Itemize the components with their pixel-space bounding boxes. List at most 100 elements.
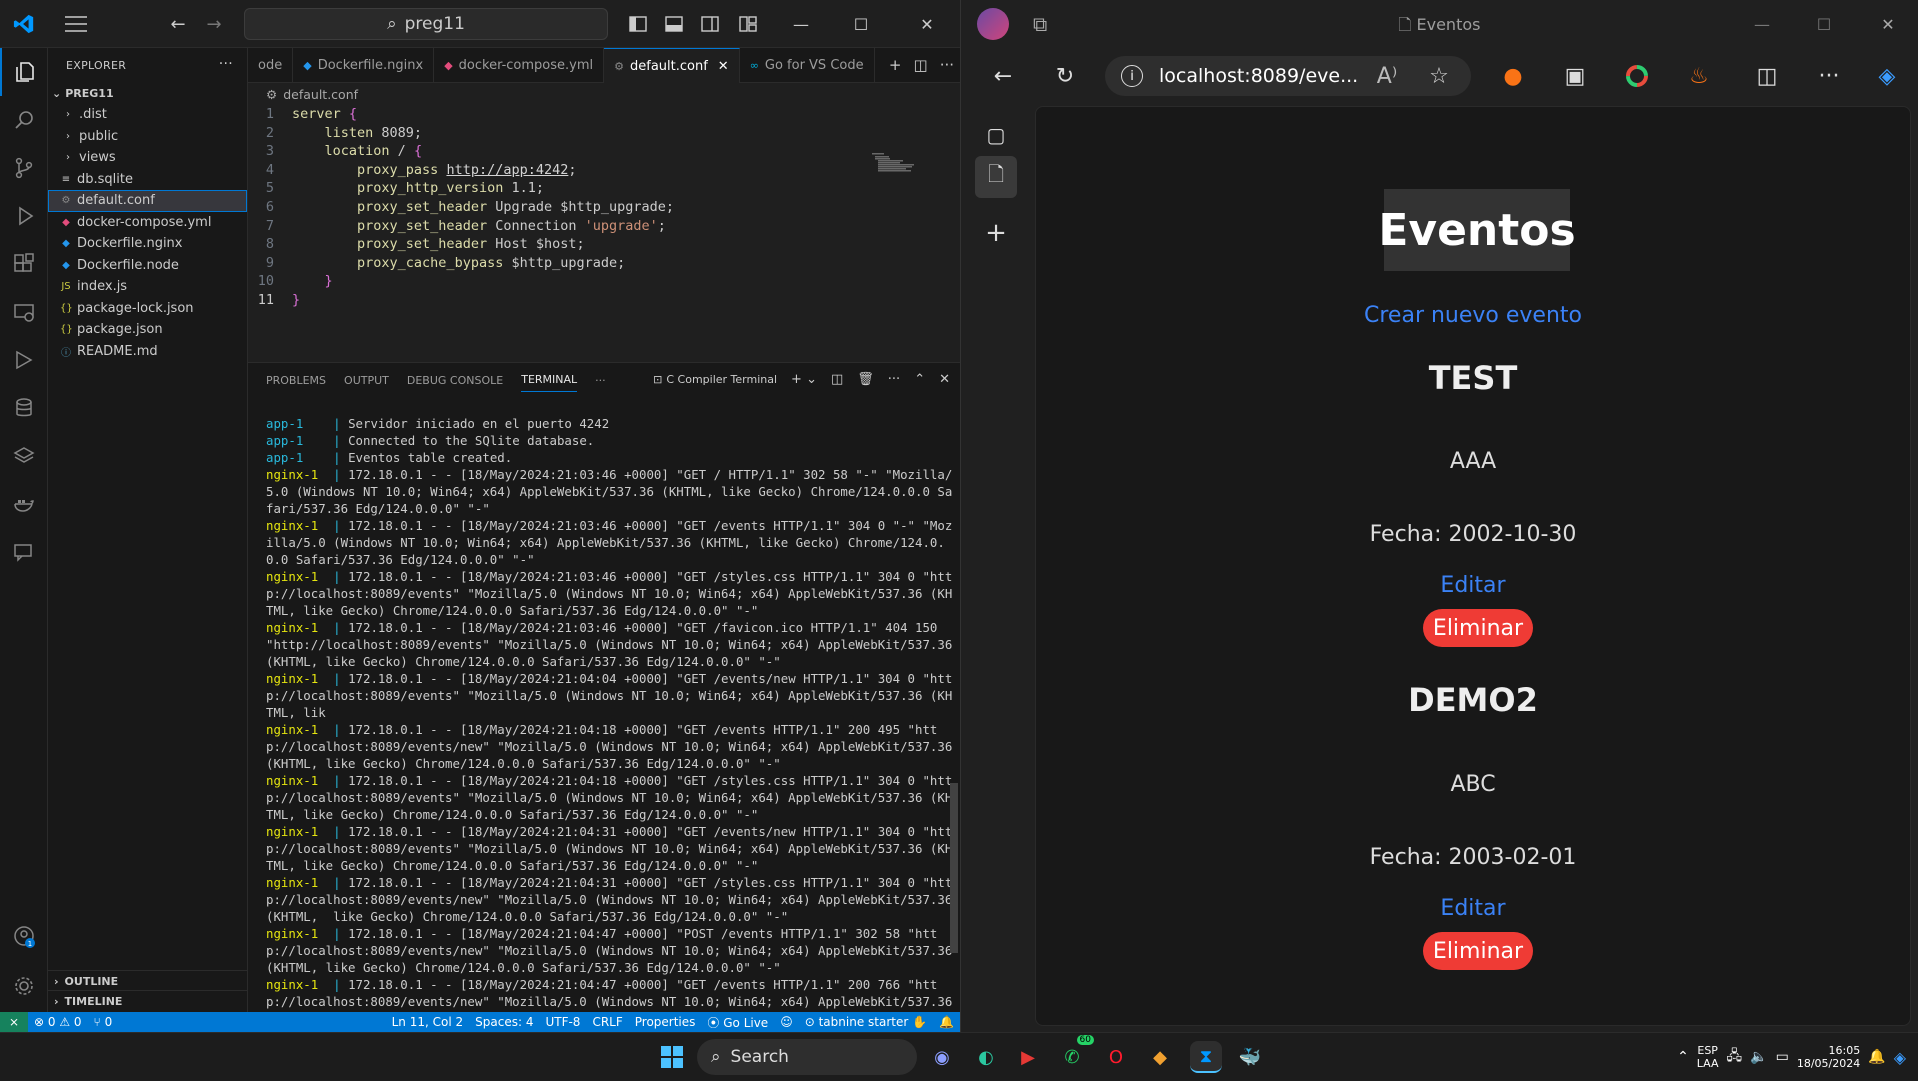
remote-icon[interactable]: ⨯	[0, 1012, 28, 1032]
terminal-scrollbar[interactable]	[950, 783, 958, 953]
address-bar[interactable]: i localhost:8089/eve...	[1105, 56, 1471, 96]
split-editor-icon[interactable]: ◫	[914, 56, 928, 74]
close-panel-icon[interactable]: ✕	[939, 372, 950, 387]
settings-more-icon[interactable]: ···	[1813, 60, 1845, 92]
terminal-output[interactable]: app-1 | Servidor iniciado en el puerto 4…	[266, 415, 956, 1027]
copilot-icon[interactable]: ◈	[1894, 1048, 1906, 1067]
app-icon[interactable]: ▶	[1012, 1041, 1044, 1073]
more-actions-icon[interactable]: ···	[219, 56, 233, 72]
root-folder[interactable]: ⌄ PREG11	[48, 82, 247, 104]
layers-icon[interactable]	[0, 432, 48, 480]
toggle-panel-icon[interactable]	[662, 12, 686, 36]
vscode-taskbar-icon[interactable]: ⧗	[1190, 1041, 1222, 1073]
settings-gear-icon[interactable]	[0, 962, 48, 1010]
cursor-position[interactable]: Ln 11, Col 2	[386, 1015, 470, 1029]
whatsapp-icon[interactable]: ✆ 60	[1056, 1035, 1094, 1073]
line-ending[interactable]: CRLF	[586, 1015, 628, 1029]
more-actions-icon[interactable]: ···	[888, 372, 900, 387]
minimize-icon[interactable]: —	[1747, 12, 1777, 36]
extension-icon[interactable]: ♨	[1683, 60, 1715, 92]
tab-output[interactable]: OUTPUT	[344, 374, 389, 387]
chat-icon[interactable]	[0, 528, 48, 576]
file-tree-item[interactable]: › .dist	[48, 104, 247, 126]
language-indicator[interactable]: ESP LAA	[1697, 1044, 1719, 1070]
docker-icon[interactable]: 🐳	[1234, 1041, 1266, 1073]
forward-arrow-icon[interactable]: →	[202, 12, 226, 36]
menu-icon[interactable]	[64, 12, 88, 36]
go-live-button[interactable]: ⦿ Go Live	[701, 1014, 774, 1031]
tab-debug-console[interactable]: DEBUG CONSOLE	[407, 374, 503, 387]
docker-icon[interactable]	[0, 480, 48, 528]
read-aloud-icon[interactable]: A⁾	[1371, 60, 1403, 92]
tab-terminal[interactable]: TERMINAL	[521, 373, 578, 392]
extension-icon[interactable]: ●	[1497, 60, 1529, 92]
maximize-icon[interactable]: ☐	[846, 12, 876, 36]
search-icon[interactable]	[0, 96, 48, 144]
editor-tab[interactable]: ◆ Dockerfile.nginx	[293, 48, 435, 83]
file-tree-item[interactable]: {} package-lock.json	[48, 298, 247, 320]
extension-icon[interactable]: ▣	[1559, 60, 1591, 92]
maximize-panel-icon[interactable]: ⌃	[914, 372, 925, 387]
maximize-icon[interactable]: ☐	[1809, 12, 1839, 36]
notifications-icon[interactable]: 🔔	[933, 1015, 960, 1029]
file-tree-item[interactable]: ◆ Dockerfile.node	[48, 255, 247, 277]
language-mode[interactable]: Properties	[629, 1015, 702, 1029]
extensions-icon[interactable]	[0, 240, 48, 288]
trash-icon[interactable]: 🗑	[857, 372, 874, 387]
favorite-star-icon[interactable]: ☆	[1423, 60, 1455, 92]
edit-link[interactable]: Editar	[1036, 573, 1910, 598]
file-tree-item[interactable]: ⚙ default.conf	[48, 190, 247, 212]
extension-icon[interactable]	[1621, 60, 1653, 92]
file-tree-item[interactable]: ⓘ README.md	[48, 341, 247, 363]
file-tree-item[interactable]: ◆ Dockerfile.nginx	[48, 233, 247, 255]
copilot-icon[interactable]: ◈	[1871, 60, 1903, 92]
remote-explorer-icon[interactable]	[0, 288, 48, 336]
tab-eventos[interactable]: 🗋	[975, 156, 1017, 198]
close-tab-icon[interactable]: ✕	[718, 59, 729, 74]
edge-icon[interactable]: ◐	[970, 1041, 1002, 1073]
code-editor[interactable]: 1 server {2 listen 8089; 3 location / {4 p…	[248, 105, 960, 310]
start-windows-icon[interactable]	[656, 1041, 688, 1073]
file-tree-item[interactable]: ◆ docker-compose.yml	[48, 212, 247, 234]
refresh-icon[interactable]: ↻	[1049, 60, 1081, 92]
split-terminal-icon[interactable]: ◫	[831, 372, 843, 387]
edit-link[interactable]: Editar	[1036, 896, 1910, 921]
create-event-link[interactable]: Crear nuevo evento	[1036, 303, 1910, 328]
new-file-icon[interactable]: +	[889, 56, 902, 74]
explorer-icon[interactable]	[0, 48, 48, 96]
editor-tab[interactable]: ◆ docker-compose.yml	[434, 48, 605, 83]
more-tabs-icon[interactable]: ···	[595, 374, 606, 387]
minimize-icon[interactable]: —	[786, 12, 816, 36]
testing-icon[interactable]	[0, 336, 48, 384]
toggle-sidebar-icon[interactable]	[626, 12, 650, 36]
file-tree-item[interactable]: › views	[48, 147, 247, 169]
more-actions-icon[interactable]: ···	[940, 56, 954, 74]
new-terminal-icon[interactable]: + ⌄	[791, 372, 817, 387]
file-tree-item[interactable]: JS index.js	[48, 276, 247, 298]
close-icon[interactable]: ✕	[912, 12, 942, 36]
battery-icon[interactable]: ▭	[1776, 1049, 1789, 1065]
timeline-section[interactable]: › TIMELINE	[48, 990, 248, 1012]
tab-actions-icon[interactable]: ▢	[975, 114, 1017, 156]
chevron-up-icon[interactable]: ⌃	[1677, 1049, 1689, 1065]
outline-section[interactable]: › OUTLINE	[48, 970, 248, 992]
indentation[interactable]: Spaces: 4	[469, 1015, 539, 1029]
taskbar-search[interactable]: ⌕ Search	[697, 1039, 917, 1075]
volume-icon[interactable]: 🔈	[1750, 1049, 1767, 1065]
opera-icon[interactable]: O	[1100, 1041, 1132, 1073]
ports-status[interactable]: ⑂ 0	[88, 1015, 119, 1029]
customize-layout-icon[interactable]	[736, 12, 760, 36]
tab-problems[interactable]: PROBLEMS	[266, 374, 326, 387]
editor-tab[interactable]: ⚙ default.conf ✕	[604, 48, 740, 83]
toggle-secondary-sidebar-icon[interactable]	[698, 12, 722, 36]
breadcrumb-file[interactable]: default.conf	[283, 87, 358, 102]
command-center-search[interactable]: ⌕ preg11	[244, 8, 608, 40]
new-tab-icon[interactable]: +	[975, 212, 1017, 254]
network-icon[interactable]: 🖧	[1727, 1045, 1743, 1069]
delete-button[interactable]: Eliminar	[1423, 932, 1533, 970]
tabnine-status[interactable]: ⊙ tabnine starter ✋	[799, 1015, 933, 1029]
back-arrow-icon[interactable]: ←	[987, 60, 1019, 92]
editor-tab[interactable]: ode	[248, 48, 294, 83]
notifications-icon[interactable]: 🔔	[1868, 1049, 1885, 1065]
minimap[interactable]	[872, 153, 920, 175]
